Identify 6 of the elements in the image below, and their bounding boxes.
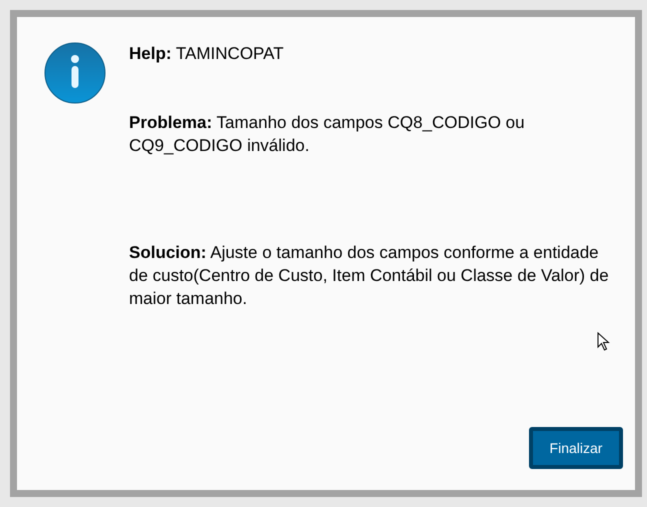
cursor-icon: [597, 332, 611, 352]
message-text: Solucion: Ajuste o tamanho dos campos conforme a entidade de custo(Centro de Custo, Item Contábil ou Classe de Valor) de maior tamanho.: [129, 242, 609, 310]
info-icon: [44, 42, 106, 104]
finalizar-button[interactable]: Finalizar: [529, 427, 623, 469]
message-text: Help: TAMINCOPAT: [129, 43, 285, 65]
message-text: Problema: Tamanho dos campos CQ8_CODIGO ou CQ9_CODIGO inválido.: [129, 112, 526, 157]
